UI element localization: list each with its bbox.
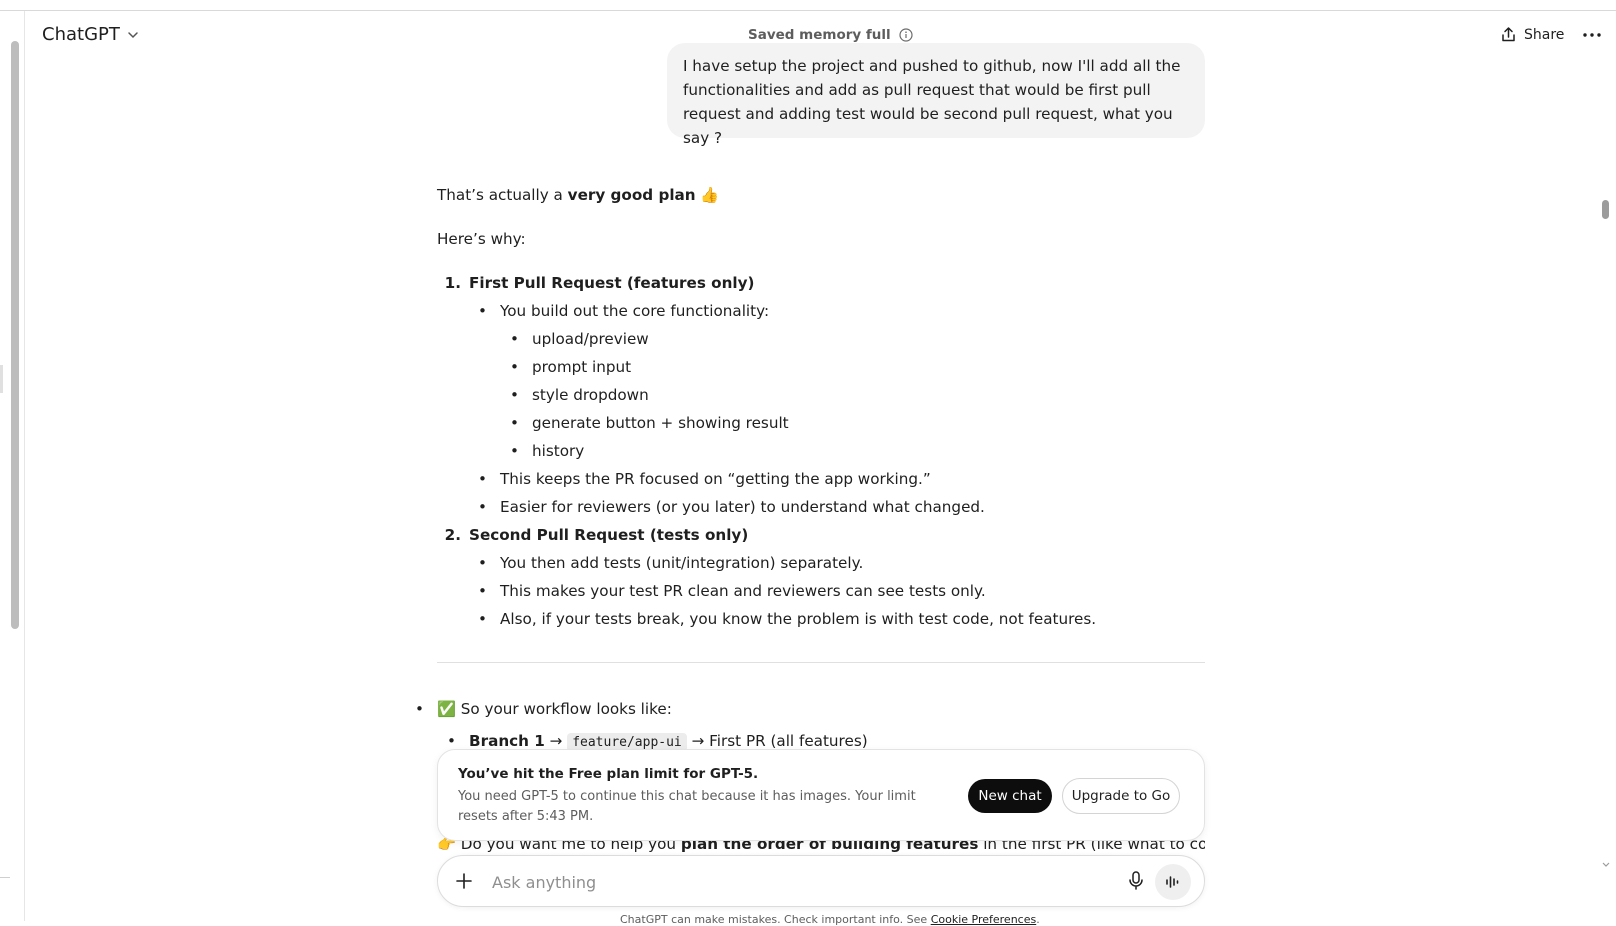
sub-bullet-item: generate button + showing result [510,411,789,435]
memory-status: Saved memory full [748,27,913,43]
sidebar-handle[interactable] [0,365,3,393]
ask-input[interactable] [490,869,1034,895]
list-item-first-pr: 1. First Pull Request (features only) [437,271,755,295]
workflow-line: ✅ So your workflow looks like: [415,697,672,721]
memory-status-label: Saved memory full [748,27,891,43]
scroll-down-arrow-icon[interactable] [1602,862,1610,868]
list-number: 2. [444,526,461,544]
model-name: ChatGPT [42,24,120,45]
composer [437,855,1205,907]
left-sidebar-edge [0,11,25,921]
microphone-icon[interactable] [1126,870,1146,892]
bullet-item: This makes your test PR clean and review… [478,579,986,603]
sub-bullet-item: upload/preview [510,327,649,351]
list-title: Second Pull Request (tests only) [469,526,749,544]
sub-bullet-item: prompt input [510,355,631,379]
bullet-item: You build out the core functionality: [478,299,769,323]
upgrade-button[interactable]: Upgrade to Go [1062,778,1180,814]
more-horizontal-icon[interactable] [1581,26,1603,44]
voice-mode-icon [1166,876,1179,888]
share-label: Share [1524,26,1565,43]
voice-mode-button[interactable] [1155,864,1191,900]
list-title: First Pull Request (features only) [469,274,755,292]
top-border [0,0,1616,11]
new-chat-button[interactable]: New chat [968,779,1052,813]
info-icon[interactable] [899,28,913,42]
intro-bold: very good plan [567,186,696,204]
share-icon [1502,27,1515,42]
footer-end: . [1036,913,1040,926]
thumbs-up-emoji: 👍 [700,186,720,204]
bullet-item: Also, if your tests break, you know the … [478,607,1096,631]
why-line: Here’s why: [437,230,526,248]
arrow: → [691,732,705,750]
plan-limit-notice: You’ve hit the Free plan limit for GPT-5… [437,749,1205,841]
bullet-item: You then add tests (unit/integration) se… [478,551,863,575]
bullet-item: This keeps the PR focused on “getting th… [478,467,931,491]
bullet-item: Easier for reviewers (or you later) to u… [478,495,985,519]
intro-prefix: That’s actually a [437,186,568,204]
limit-body: You need GPT-5 to continue this chat bec… [458,789,916,824]
intro-line: That’s actually a very good plan 👍 [437,183,719,207]
footer-disclaimer: ChatGPT can make mistakes. Check importa… [620,913,1040,926]
check-emoji: ✅ [437,700,456,718]
footer-text: ChatGPT can make mistakes. Check importa… [620,913,931,926]
list-number: 1. [444,274,461,292]
sub-bullet-item: style dropdown [510,383,649,407]
sub-bullet-item: history [510,439,584,463]
section-divider [437,662,1205,663]
workflow-title: So your workflow looks like: [460,700,672,718]
list-item-second-pr: 2. Second Pull Request (tests only) [437,523,749,547]
arrow: → [549,732,563,750]
share-button[interactable]: Share [1500,26,1564,43]
cookie-preferences-link[interactable]: Cookie Preferences [931,913,1037,926]
model-switcher[interactable]: ChatGPT [42,24,140,45]
user-message: I have setup the project and pushed to g… [667,43,1205,147]
branch-result: First PR (all features) [709,732,868,750]
chat-scrollbar-thumb[interactable] [1602,200,1609,219]
branch-label: Branch 1 [469,732,545,750]
sidebar-scrollbar[interactable] [11,41,19,629]
plus-icon[interactable] [454,871,474,891]
sidebar-divider [0,877,10,878]
chevron-down-icon [128,31,138,38]
limit-title: You’ve hit the Free plan limit for GPT-5… [458,766,759,782]
